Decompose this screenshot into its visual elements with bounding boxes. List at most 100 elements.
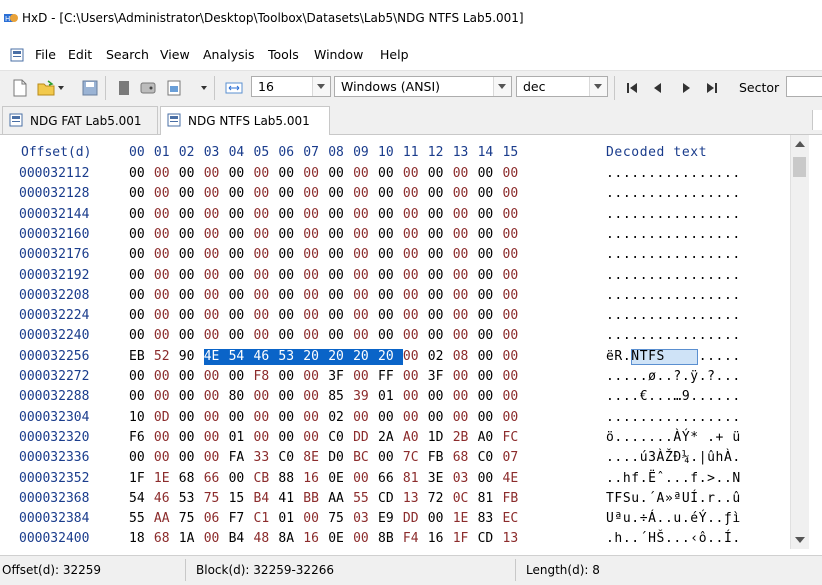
hex-row[interactable]: 000032128 00 00 00 00 00 00 00 00 00 00 00 00 00 00 00 0… [0,186,790,202]
hex-byte[interactable]: BB [303,491,325,507]
hex-byte[interactable]: 8E [303,450,325,466]
hex-byte[interactable]: 00 [278,207,300,223]
decoded-text[interactable]: ................ [606,288,741,304]
hex-byte[interactable]: 00 [254,166,276,182]
hex-row[interactable]: 000032176 00 00 00 00 00 00 00 00 00 00 00 00 00 00 00 0… [0,247,790,263]
hex-byte[interactable]: 16 [428,531,450,547]
hex-byte[interactable]: 20 [303,348,329,365]
hex-byte[interactable]: 00 [478,288,500,304]
hex-byte[interactable]: 00 [179,227,201,243]
hex-byte[interactable]: 52 [154,349,176,365]
hex-byte[interactable]: 00 [478,328,500,344]
hex-byte[interactable]: 00 [453,186,475,202]
hex-byte[interactable]: 00 [428,410,450,426]
hex-byte[interactable]: FB [503,491,525,507]
hex-byte[interactable]: 00 [179,328,201,344]
decoded-text[interactable]: ................ [606,308,741,324]
hex-byte[interactable]: 00 [353,166,375,182]
decoded-text[interactable]: ................ [606,410,741,426]
hex-byte[interactable]: 00 [229,227,251,243]
hex-byte[interactable]: 00 [353,308,375,324]
hex-byte[interactable]: 00 [403,369,425,385]
hex-byte[interactable]: 00 [303,207,325,223]
hex-byte[interactable]: 00 [278,247,300,263]
hex-byte[interactable]: 00 [229,268,251,284]
hex-row[interactable]: 000032272 00 00 00 00 00 F8 00 00 3F 00 FF 00 3F 00 00 0… [0,369,790,385]
hex-byte[interactable]: 00 [378,227,400,243]
hex-byte[interactable]: 15 [229,491,251,507]
hex-byte[interactable]: 00 [503,186,525,202]
hex-byte[interactable]: 00 [129,308,151,324]
hex-byte[interactable]: 00 [428,328,450,344]
decoded-text[interactable]: ................ [606,328,741,344]
next-sector-icon[interactable] [676,78,696,98]
hex-byte[interactable]: 00 [154,186,176,202]
decoded-text[interactable]: .h..´HŠ...‹ô..Í. [606,531,741,547]
hex-byte[interactable]: 00 [254,389,276,405]
hex-byte[interactable]: 00 [353,207,375,223]
hex-byte[interactable]: 00 [154,450,176,466]
hex-byte[interactable]: 01 [229,430,251,446]
menu-edit[interactable]: Edit [68,47,92,62]
hex-byte[interactable]: 00 [428,186,450,202]
hex-byte[interactable]: 4E [503,471,525,487]
hex-byte[interactable]: 48 [254,531,276,547]
hex-byte[interactable]: 00 [478,471,500,487]
hex-byte[interactable]: 00 [229,328,251,344]
menu-tools[interactable]: Tools [268,47,299,62]
hex-byte[interactable]: 00 [353,288,375,304]
hex-byte[interactable]: 00 [378,410,400,426]
hex-byte[interactable]: 00 [403,288,425,304]
hex-byte[interactable]: 1F [453,531,475,547]
hex-byte[interactable]: 0E [328,531,350,547]
hex-byte[interactable]: 00 [278,268,300,284]
hex-byte[interactable]: 46 [253,348,279,365]
hex-byte[interactable]: 00 [278,166,300,182]
hex-byte[interactable]: 00 [403,308,425,324]
hex-byte[interactable]: 00 [378,268,400,284]
hex-byte[interactable]: 2B [453,430,475,446]
hex-byte[interactable]: 00 [204,268,226,284]
hex-byte[interactable]: 07 [503,450,525,466]
hex-byte[interactable]: 00 [303,166,325,182]
hex-byte[interactable]: 00 [254,308,276,324]
hex-byte[interactable]: 00 [353,410,375,426]
hex-row[interactable]: 000032400 18 68 1A 00 B4 48 8A 16 0E 00 8B F4 16 1F CD 1… [0,531,790,547]
hex-byte[interactable]: 00 [154,166,176,182]
hex-byte[interactable]: 39 [353,389,375,405]
hex-byte[interactable]: 00 [229,247,251,263]
hex-byte[interactable]: 00 [254,186,276,202]
hex-byte[interactable]: 00 [179,268,201,284]
hex-byte[interactable]: 00 [453,227,475,243]
hex-byte[interactable]: 2A [378,430,400,446]
hex-byte[interactable]: 16 [303,471,325,487]
hex-byte[interactable]: 00 [204,410,226,426]
hex-byte[interactable]: A0 [478,430,500,446]
hex-byte[interactable]: 00 [179,308,201,324]
hex-byte[interactable]: 83 [478,511,500,527]
hex-byte[interactable]: 41 [278,491,300,507]
hex-byte[interactable]: 66 [204,471,226,487]
hex-byte[interactable]: 8B [378,531,400,547]
hex-byte[interactable]: 00 [428,247,450,263]
hex-byte[interactable]: 55 [353,491,375,507]
hex-row[interactable]: 000032336 00 00 00 00 FA 33 C0 8E D0 BC 00 7C FB 68 C0 0… [0,450,790,466]
hex-byte[interactable]: CD [378,491,400,507]
memory-dropdown-icon[interactable] [201,86,207,90]
hex-byte[interactable]: 00 [229,288,251,304]
hex-byte[interactable]: 00 [229,369,251,385]
hex-byte[interactable]: 00 [353,268,375,284]
hex-byte[interactable]: 00 [179,450,201,466]
hex-byte[interactable]: 00 [179,247,201,263]
hex-byte[interactable]: 00 [503,389,525,405]
hex-byte[interactable]: E9 [378,511,400,527]
hex-byte[interactable]: 1E [453,511,475,527]
hex-byte[interactable]: FA [229,450,251,466]
menu-help[interactable]: Help [380,47,409,62]
hex-byte[interactable]: 00 [428,166,450,182]
hex-byte[interactable]: 00 [503,207,525,223]
hex-byte[interactable]: 00 [403,328,425,344]
hex-byte[interactable]: 00 [154,328,176,344]
scrollbar-thumb[interactable] [793,157,806,177]
hex-byte[interactable]: 00 [378,186,400,202]
